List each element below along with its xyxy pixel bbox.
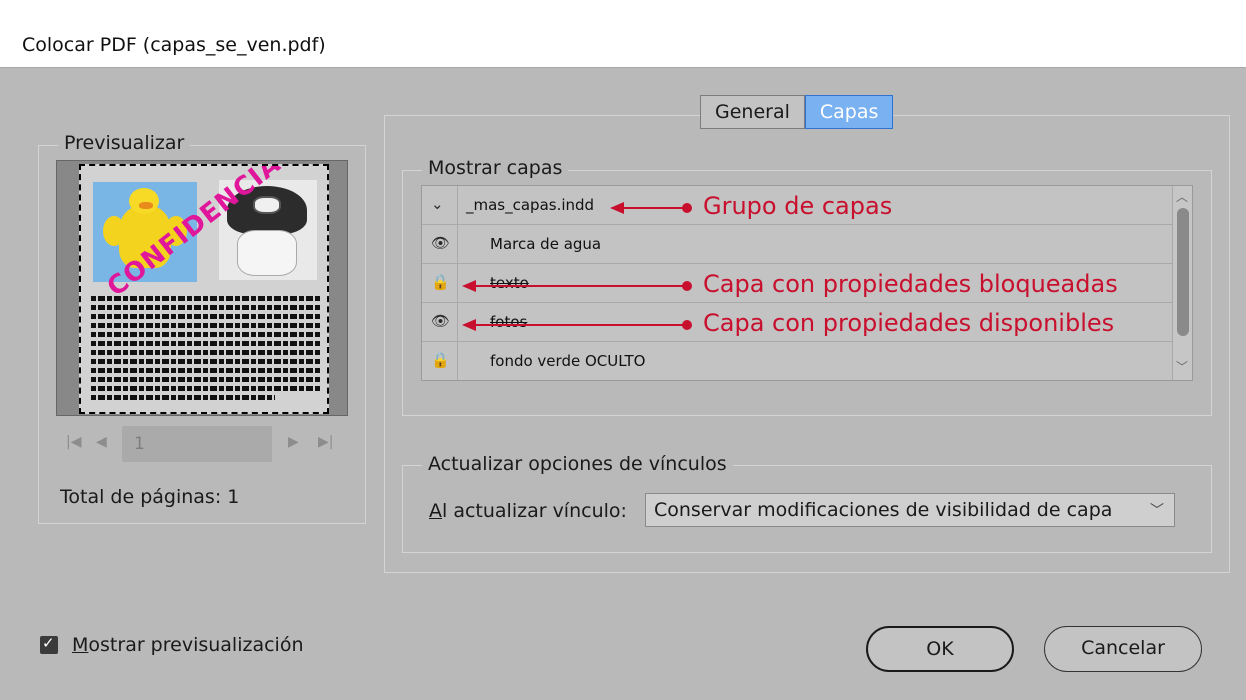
annotation-layer-group: Grupo de capas: [703, 192, 893, 220]
lock-icon[interactable]: 🔒: [431, 273, 450, 291]
cancel-button[interactable]: Cancelar: [1044, 626, 1202, 672]
layer-name: _mas_capas.indd: [466, 196, 595, 214]
annotation-available-layer: Capa con propiedades disponibles: [703, 309, 1115, 337]
annotation-dot: [682, 320, 692, 330]
layer-name: Marca de agua: [490, 235, 602, 253]
preview-text-block: [91, 296, 321, 404]
layer-name: texto: [490, 274, 529, 292]
window-title: Colocar PDF (capas_se_ven.pdf): [22, 34, 326, 56]
page-number-value: 1: [134, 434, 145, 454]
scroll-down-icon[interactable]: ﹀: [1176, 358, 1188, 375]
scroll-up-icon[interactable]: ︿: [1176, 188, 1188, 205]
page-number-field[interactable]: 1: [122, 426, 272, 462]
total-pages-label: Total de páginas: 1: [60, 486, 240, 508]
checkbox-checked-icon[interactable]: ✓: [40, 634, 58, 654]
layer-row-watermark[interactable]: 👁 Marca de agua: [422, 225, 1172, 264]
annotation-arrow-line: [472, 285, 686, 287]
layer-name: fotos: [490, 313, 528, 331]
on-update-label: Al actualizar vínculo:: [429, 500, 627, 522]
annotation-arrow-line: [472, 324, 686, 326]
tab-general[interactable]: General: [700, 95, 805, 129]
show-layers-label: Mostrar capas: [422, 157, 569, 179]
chevron-down-icon: ﹀: [1150, 503, 1164, 519]
annotation-arrow-line: [620, 207, 686, 209]
layer-row-fondo[interactable]: 🔒 fondo verde OCULTO: [422, 342, 1172, 381]
on-update-value: Conservar modificaciones de visibilidad …: [654, 499, 1113, 521]
preview-canvas: CONFIDENCIAL: [56, 160, 348, 416]
first-page-icon[interactable]: |◀: [66, 434, 81, 450]
lock-icon[interactable]: 🔒: [431, 351, 450, 369]
previous-page-icon[interactable]: ◀: [96, 434, 107, 450]
layer-name: fondo verde OCULTO: [490, 352, 646, 370]
update-links-label: Actualizar opciones de vínculos: [422, 453, 733, 475]
page-navigator: |◀ ◀ 1 ▶ ▶|: [62, 426, 362, 462]
ok-button[interactable]: OK: [866, 626, 1014, 672]
preview-group-label: Previsualizar: [58, 132, 191, 154]
annotation-dot: [682, 281, 692, 291]
tab-bar: General Capas: [700, 95, 894, 129]
show-preview-label: Mostrar previsualización: [72, 634, 304, 656]
chevron-down-icon[interactable]: ⌄: [431, 195, 444, 213]
layers-scrollbar[interactable]: ︿ ﹀: [1172, 186, 1192, 380]
eye-icon[interactable]: 👁: [431, 312, 450, 330]
scrollbar-thumb[interactable]: [1177, 208, 1189, 336]
last-page-icon[interactable]: ▶|: [318, 434, 333, 450]
on-update-select[interactable]: Conservar modificaciones de visibilidad …: [645, 493, 1175, 527]
preview-page: CONFIDENCIAL: [79, 164, 329, 414]
eye-icon[interactable]: 👁: [431, 234, 450, 252]
next-page-icon[interactable]: ▶: [288, 434, 299, 450]
annotation-dot: [682, 203, 692, 213]
tab-capas[interactable]: Capas: [804, 95, 894, 129]
annotation-locked-layer: Capa con propiedades bloqueadas: [703, 270, 1118, 298]
title-bar: Colocar PDF (capas_se_ven.pdf): [0, 0, 1246, 68]
